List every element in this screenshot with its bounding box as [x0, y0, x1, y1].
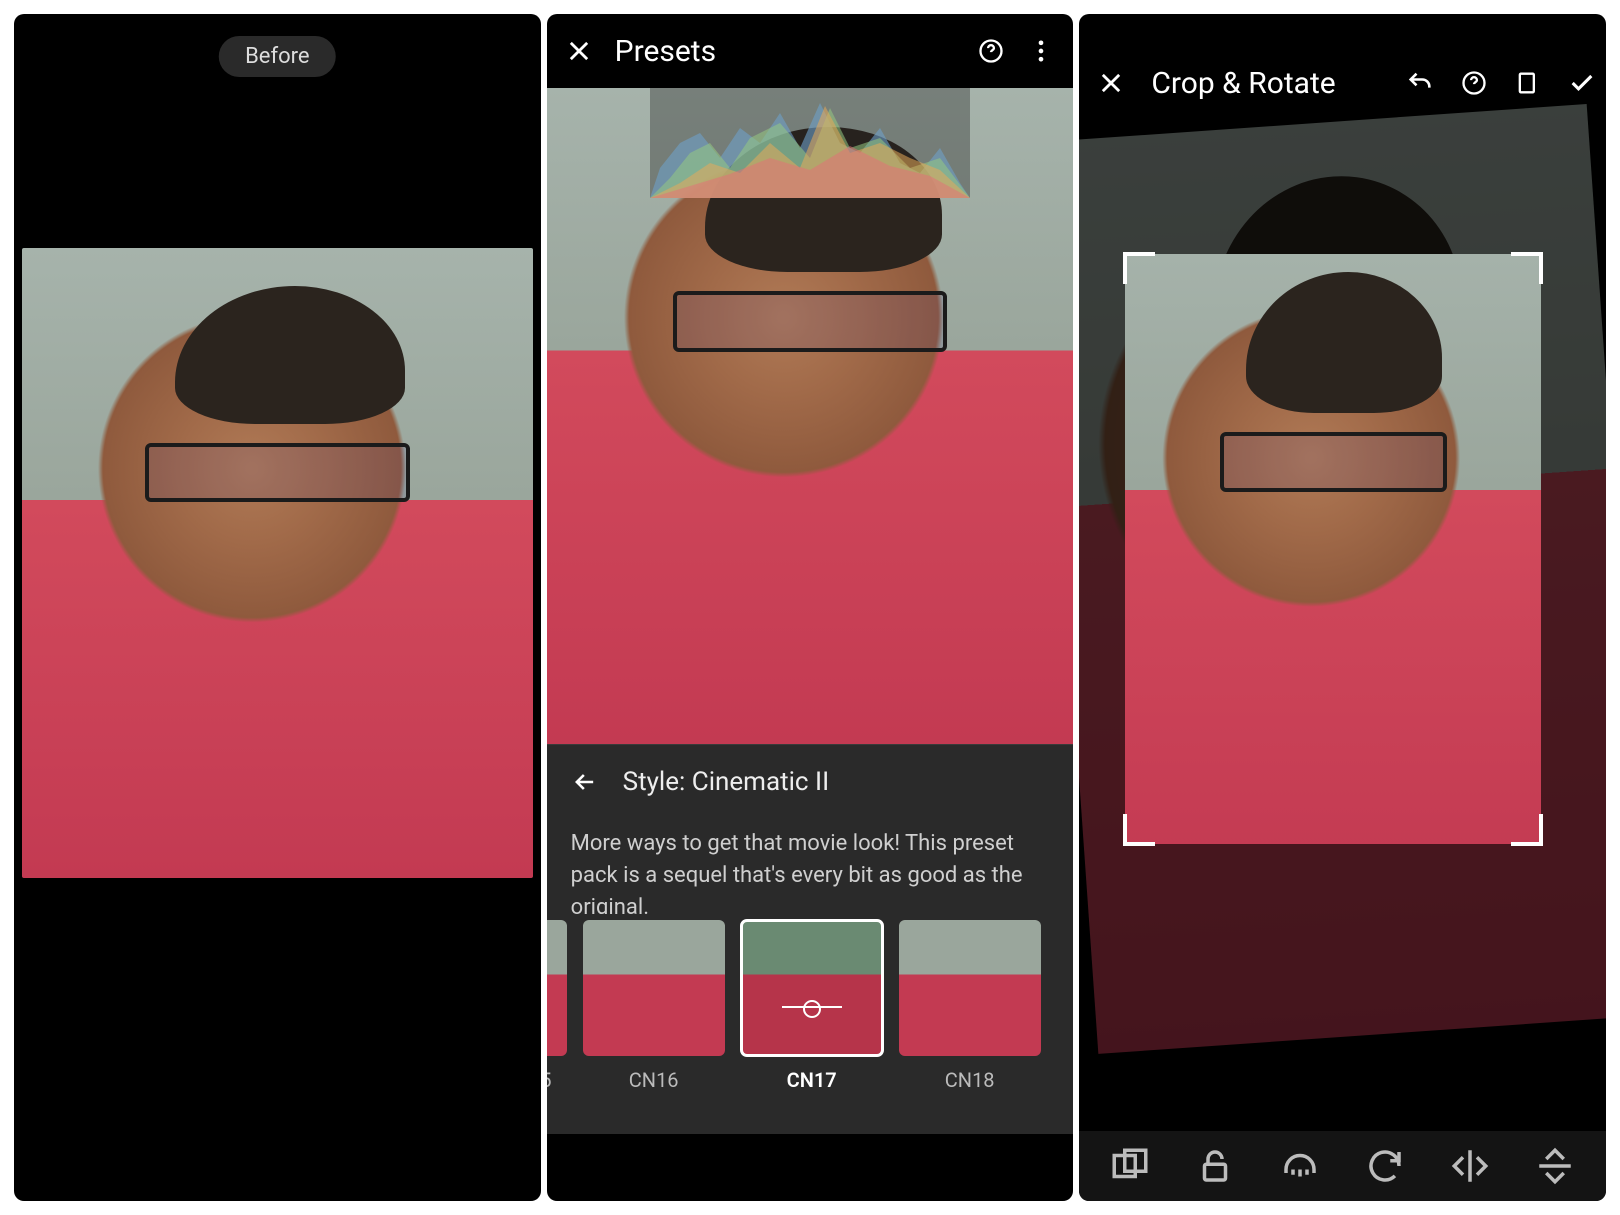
undo-icon[interactable] [1406, 69, 1434, 97]
preset-thumb-selected[interactable]: CN17 [741, 920, 883, 1092]
panel-title: Crop & Rotate [1151, 66, 1380, 101]
close-icon[interactable] [1097, 69, 1125, 97]
preset-thumb[interactable]: CN16 [583, 920, 725, 1092]
rotate-icon[interactable] [1364, 1145, 1406, 1187]
help-icon[interactable] [977, 37, 1005, 65]
aspect-icon[interactable] [1514, 69, 1542, 97]
presets-view: Presets Style: Cinematic II More ways [547, 14, 1074, 1201]
preset-thumb[interactable]: CN15 [547, 920, 567, 1092]
arrow-left-icon[interactable] [571, 768, 599, 796]
help-icon[interactable] [1460, 69, 1488, 97]
aspect-ratio-icon[interactable] [1109, 1145, 1151, 1187]
check-icon[interactable] [1568, 69, 1596, 97]
panel-title: Presets [615, 34, 956, 69]
straighten-icon[interactable] [1279, 1145, 1321, 1187]
lock-icon[interactable] [1194, 1145, 1236, 1187]
status-bar [1079, 14, 1606, 38]
photo-preview[interactable] [22, 248, 533, 878]
crop-toolbar [1079, 1131, 1606, 1201]
close-icon[interactable] [565, 37, 593, 65]
flip-v-icon[interactable] [1534, 1145, 1576, 1187]
histogram[interactable] [650, 88, 970, 198]
preset-thumb[interactable]: CN18 [899, 920, 1041, 1092]
before-view: Before [14, 14, 541, 1201]
crop-frame[interactable] [1125, 254, 1541, 844]
more-vert-icon[interactable] [1027, 37, 1055, 65]
style-name: Style: Cinematic II [623, 767, 829, 797]
crop-rotate-view: Crop & Rotate [1079, 14, 1606, 1201]
before-badge: Before [219, 36, 336, 77]
preset-thumbnail-strip[interactable]: CN15 CN16 CN17 CN18 [547, 914, 1074, 1134]
flip-h-icon[interactable] [1449, 1145, 1491, 1187]
